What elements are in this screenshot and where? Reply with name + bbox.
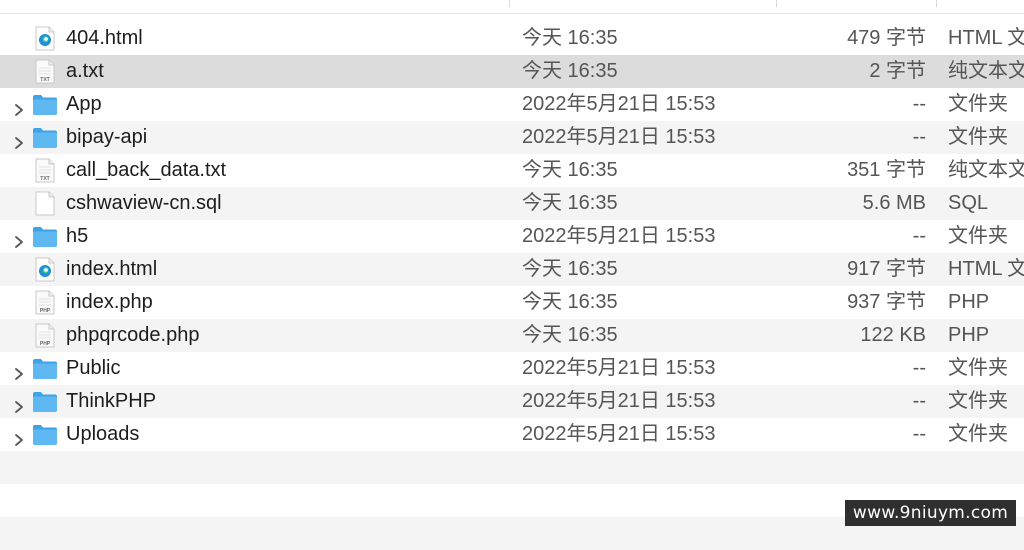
date-modified: 2022年5月21日 15:53	[522, 357, 716, 379]
file-list: 404.html 今天 16:35 479 字节 HTML 文 TXT a.txt 今天 1…	[0, 22, 1024, 550]
file-row[interactable]: TXT call_back_data.txt 今天 16:35 351 字节 纯文本文	[0, 154, 1024, 187]
file-size: 5.6 MB	[862, 192, 926, 214]
file-kind: PHP	[948, 324, 990, 346]
column-divider[interactable]	[776, 0, 777, 7]
file-size: --	[912, 423, 926, 445]
file-kind: 文件夹	[948, 126, 1008, 148]
file-name[interactable]: ThinkPHP	[66, 385, 156, 418]
folder-row[interactable]: ThinkPHP 2022年5月21日 15:53 -- 文件夹	[0, 385, 1024, 418]
column-divider[interactable]	[509, 0, 510, 7]
file-kind: 文件夹	[948, 423, 1008, 445]
file-size: 917 字节	[847, 258, 926, 280]
folder-row[interactable]: App 2022年5月21日 15:53 -- 文件夹	[0, 88, 1024, 121]
file-name[interactable]: call_back_data.txt	[66, 154, 226, 187]
file-badge-text: TXT	[40, 176, 49, 182]
disclosure-chevron-icon[interactable]	[11, 426, 27, 446]
file-badge-text: TXT	[40, 77, 49, 83]
date-modified: 今天 16:35	[522, 291, 618, 313]
empty-row	[0, 451, 1024, 484]
file-row[interactable]: PHP index.php 今天 16:35 937 字节 PHP	[0, 286, 1024, 319]
txt-file-icon: TXT	[32, 158, 58, 183]
file-name[interactable]: Uploads	[66, 418, 139, 451]
file-kind: HTML 文	[948, 258, 1024, 280]
file-name[interactable]: a.txt	[66, 55, 104, 88]
folder-icon	[32, 125, 58, 150]
folder-row[interactable]: bipay-api 2022年5月21日 15:53 -- 文件夹	[0, 121, 1024, 154]
column-header-strip	[0, 0, 1024, 14]
txt-file-icon: TXT	[32, 59, 58, 84]
file-size: --	[912, 93, 926, 115]
file-name[interactable]: 404.html	[66, 22, 143, 55]
blank-file-icon	[32, 191, 58, 216]
folder-row[interactable]: h5 2022年5月21日 15:53 -- 文件夹	[0, 220, 1024, 253]
folder-row[interactable]: Uploads 2022年5月21日 15:53 -- 文件夹	[0, 418, 1024, 451]
folder-row[interactable]: Public 2022年5月21日 15:53 -- 文件夹	[0, 352, 1024, 385]
date-modified: 今天 16:35	[522, 324, 618, 346]
file-name[interactable]: h5	[66, 220, 88, 253]
edge-html-icon	[32, 26, 58, 51]
file-row[interactable]: cshwaview-cn.sql 今天 16:35 5.6 MB SQL	[0, 187, 1024, 220]
date-modified: 今天 16:35	[522, 159, 618, 181]
date-modified: 今天 16:35	[522, 192, 618, 214]
file-size: 937 字节	[847, 291, 926, 313]
file-size: 2 字节	[869, 60, 926, 82]
file-badge-text: PHP	[40, 308, 51, 314]
file-name[interactable]: App	[66, 88, 102, 121]
disclosure-chevron-icon[interactable]	[11, 393, 27, 413]
date-modified: 今天 16:35	[522, 258, 618, 280]
file-size: --	[912, 225, 926, 247]
file-size: --	[912, 126, 926, 148]
file-row[interactable]: PHP phpqrcode.php 今天 16:35 122 KB PHP	[0, 319, 1024, 352]
file-kind: 文件夹	[948, 357, 1008, 379]
disclosure-chevron-icon[interactable]	[11, 360, 27, 380]
date-modified: 2022年5月21日 15:53	[522, 423, 716, 445]
date-modified: 2022年5月21日 15:53	[522, 225, 716, 247]
folder-icon	[32, 389, 58, 414]
disclosure-chevron-icon[interactable]	[11, 129, 27, 149]
file-name[interactable]: phpqrcode.php	[66, 319, 199, 352]
file-name[interactable]: index.php	[66, 286, 153, 319]
file-kind: PHP	[948, 291, 990, 313]
file-badge-text: PHP	[40, 341, 51, 347]
file-row[interactable]: index.html 今天 16:35 917 字节 HTML 文	[0, 253, 1024, 286]
file-kind: 文件夹	[948, 225, 1008, 247]
folder-icon	[32, 422, 58, 447]
disclosure-chevron-icon[interactable]	[11, 228, 27, 248]
file-name[interactable]: index.html	[66, 253, 157, 286]
date-modified: 2022年5月21日 15:53	[522, 126, 716, 148]
php-file-icon: PHP	[32, 290, 58, 315]
file-name[interactable]: Public	[66, 352, 120, 385]
file-size: --	[912, 357, 926, 379]
disclosure-chevron-icon[interactable]	[11, 96, 27, 116]
folder-icon	[32, 92, 58, 117]
file-row[interactable]: 404.html 今天 16:35 479 字节 HTML 文	[0, 22, 1024, 55]
edge-html-icon	[32, 257, 58, 282]
file-size: 122 KB	[860, 324, 926, 346]
file-kind: SQL	[948, 192, 989, 214]
file-row[interactable]: TXT a.txt 今天 16:35 2 字节 纯文本文	[0, 55, 1024, 88]
file-kind: HTML 文	[948, 27, 1024, 49]
file-kind: 文件夹	[948, 390, 1008, 412]
column-divider[interactable]	[936, 0, 937, 7]
file-size: 479 字节	[847, 27, 926, 49]
file-name[interactable]: bipay-api	[66, 121, 147, 154]
file-size: 351 字节	[847, 159, 926, 181]
file-kind: 纯文本文	[948, 159, 1024, 181]
php-file-icon: PHP	[32, 323, 58, 348]
watermark: www.9niuym.com	[845, 500, 1016, 526]
file-name[interactable]: cshwaview-cn.sql	[66, 187, 222, 220]
date-modified: 今天 16:35	[522, 60, 618, 82]
date-modified: 今天 16:35	[522, 27, 618, 49]
file-kind: 纯文本文	[948, 60, 1024, 82]
file-size: --	[912, 390, 926, 412]
date-modified: 2022年5月21日 15:53	[522, 390, 716, 412]
folder-icon	[32, 224, 58, 249]
file-kind: 文件夹	[948, 93, 1008, 115]
folder-icon	[32, 356, 58, 381]
date-modified: 2022年5月21日 15:53	[522, 93, 716, 115]
